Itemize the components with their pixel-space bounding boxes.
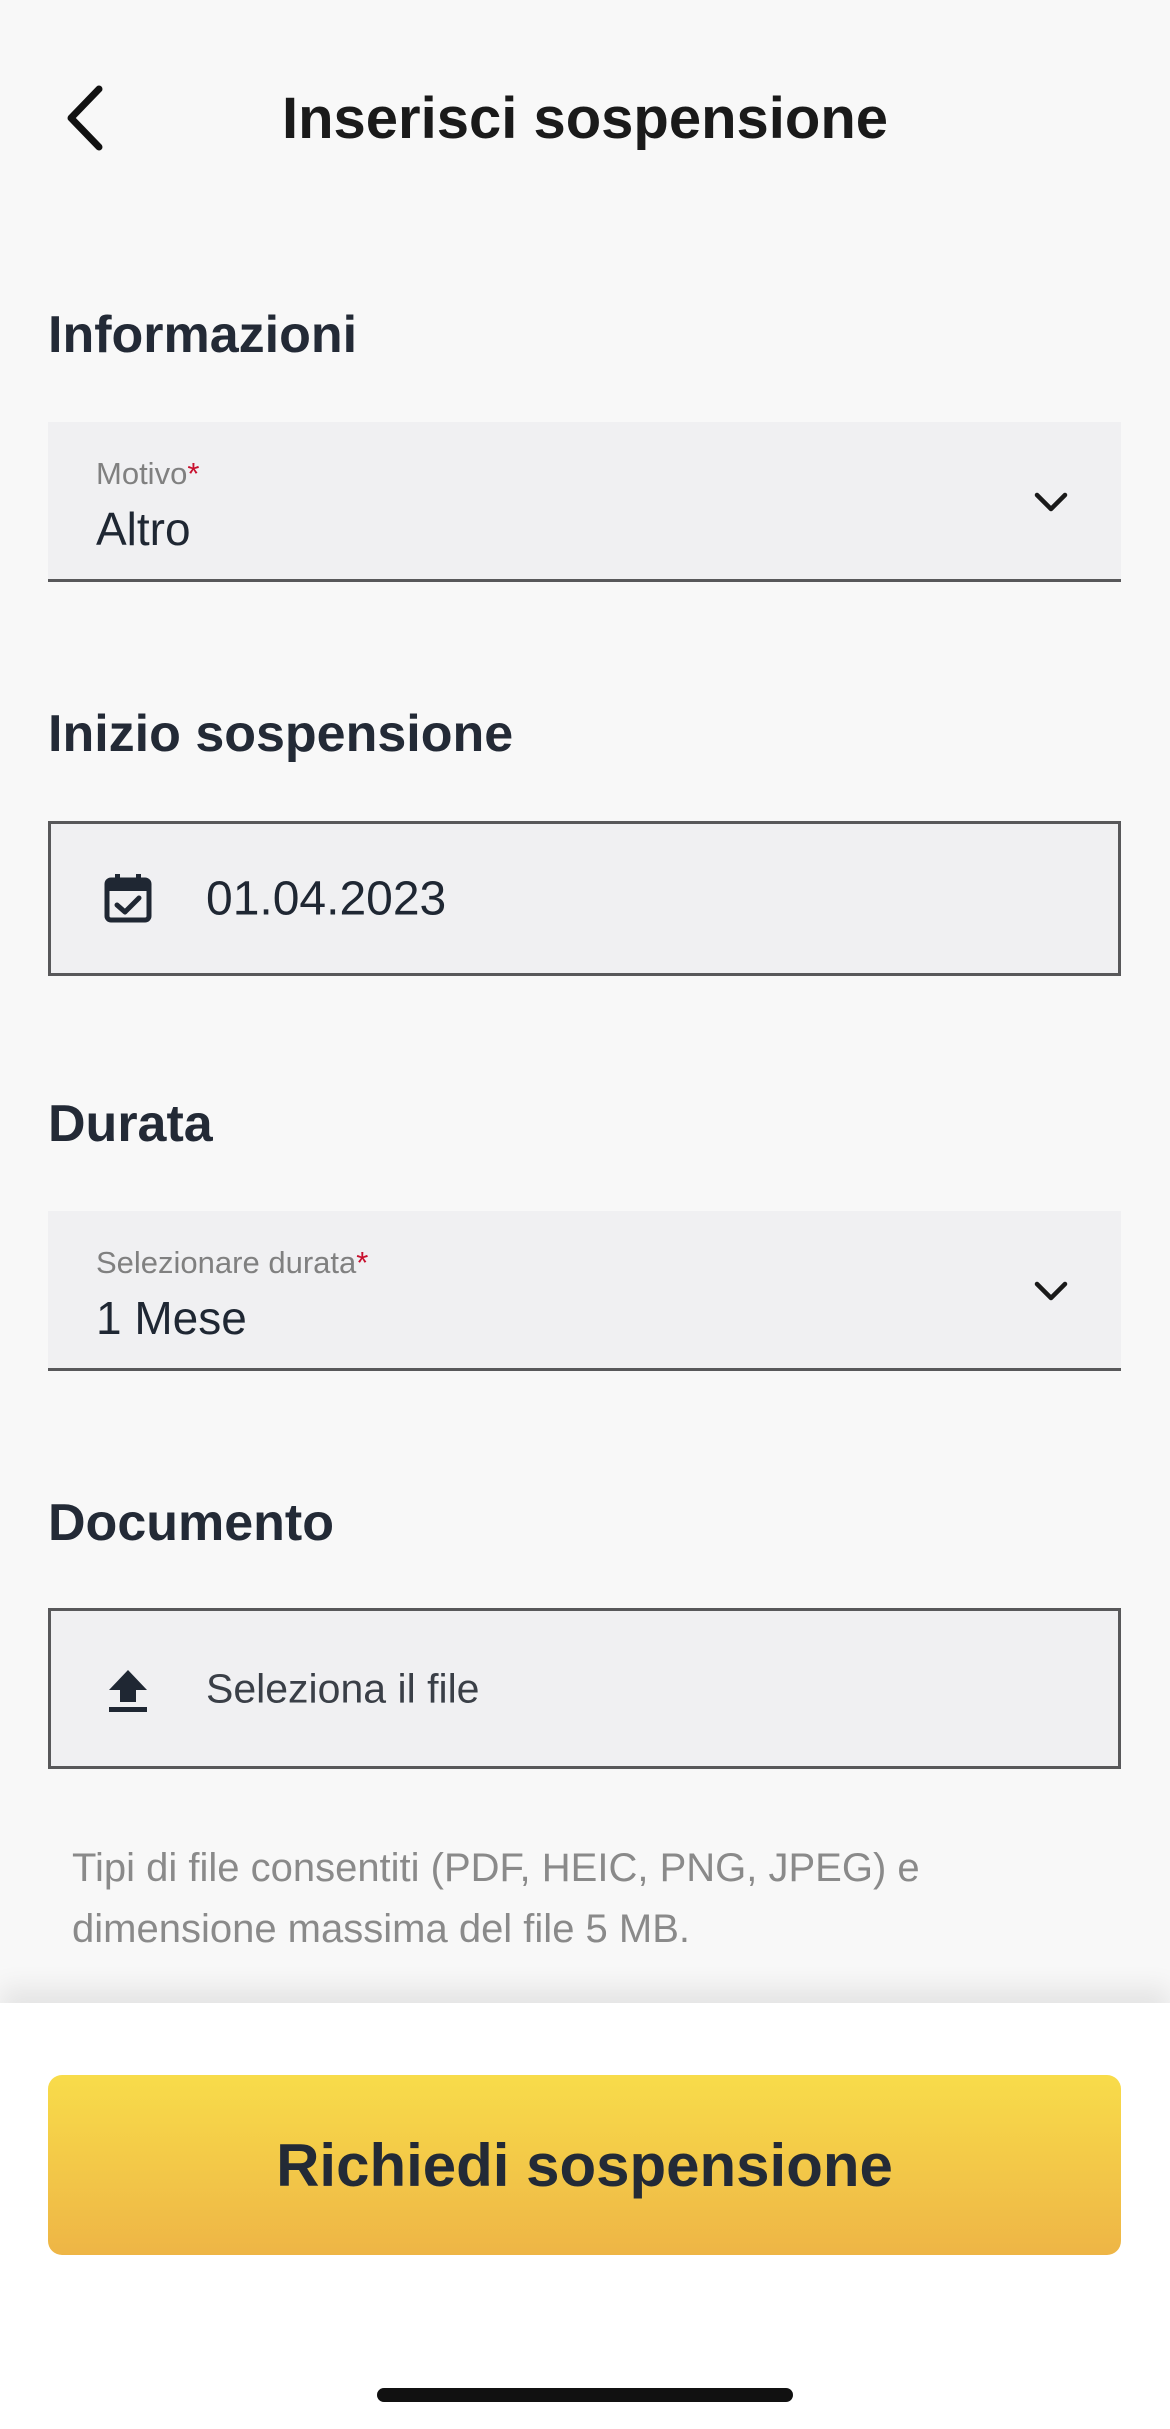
motivo-label: Motivo* [96,456,200,491]
section-title-inizio-sospensione: Inizio sospensione [48,705,514,763]
section-title-documento: Documento [48,1494,334,1552]
chevron-down-icon [1034,492,1068,512]
calendar-check-icon [104,873,152,922]
file-upload-field[interactable]: Seleziona il file [48,1608,1121,1769]
motivo-value: Altro [96,503,191,555]
file-upload-label: Seleziona il file [206,1665,480,1711]
section-title-informazioni: Informazioni [48,306,358,364]
start-date-value: 01.04.2023 [206,872,447,925]
request-suspension-button[interactable]: Richiedi sospensione [48,2075,1121,2255]
start-date-field[interactable]: 01.04.2023 [48,821,1121,976]
motivo-select[interactable]: Motivo* Altro [48,422,1121,582]
page-title: Inserisci sospensione [281,86,889,151]
duration-value: 1 Mese [96,1292,247,1344]
upload-icon [109,1669,147,1712]
duration-label: Selezionare durata* [96,1245,369,1280]
file-type-hint: Tipi di file consentiti (PDF, HEIC, PNG,… [72,1846,920,1951]
home-indicator [377,2388,793,2402]
chevron-down-icon [1034,1281,1068,1301]
section-title-durata: Durata [48,1095,213,1153]
duration-select[interactable]: Selezionare durata* 1 Mese [48,1211,1121,1371]
